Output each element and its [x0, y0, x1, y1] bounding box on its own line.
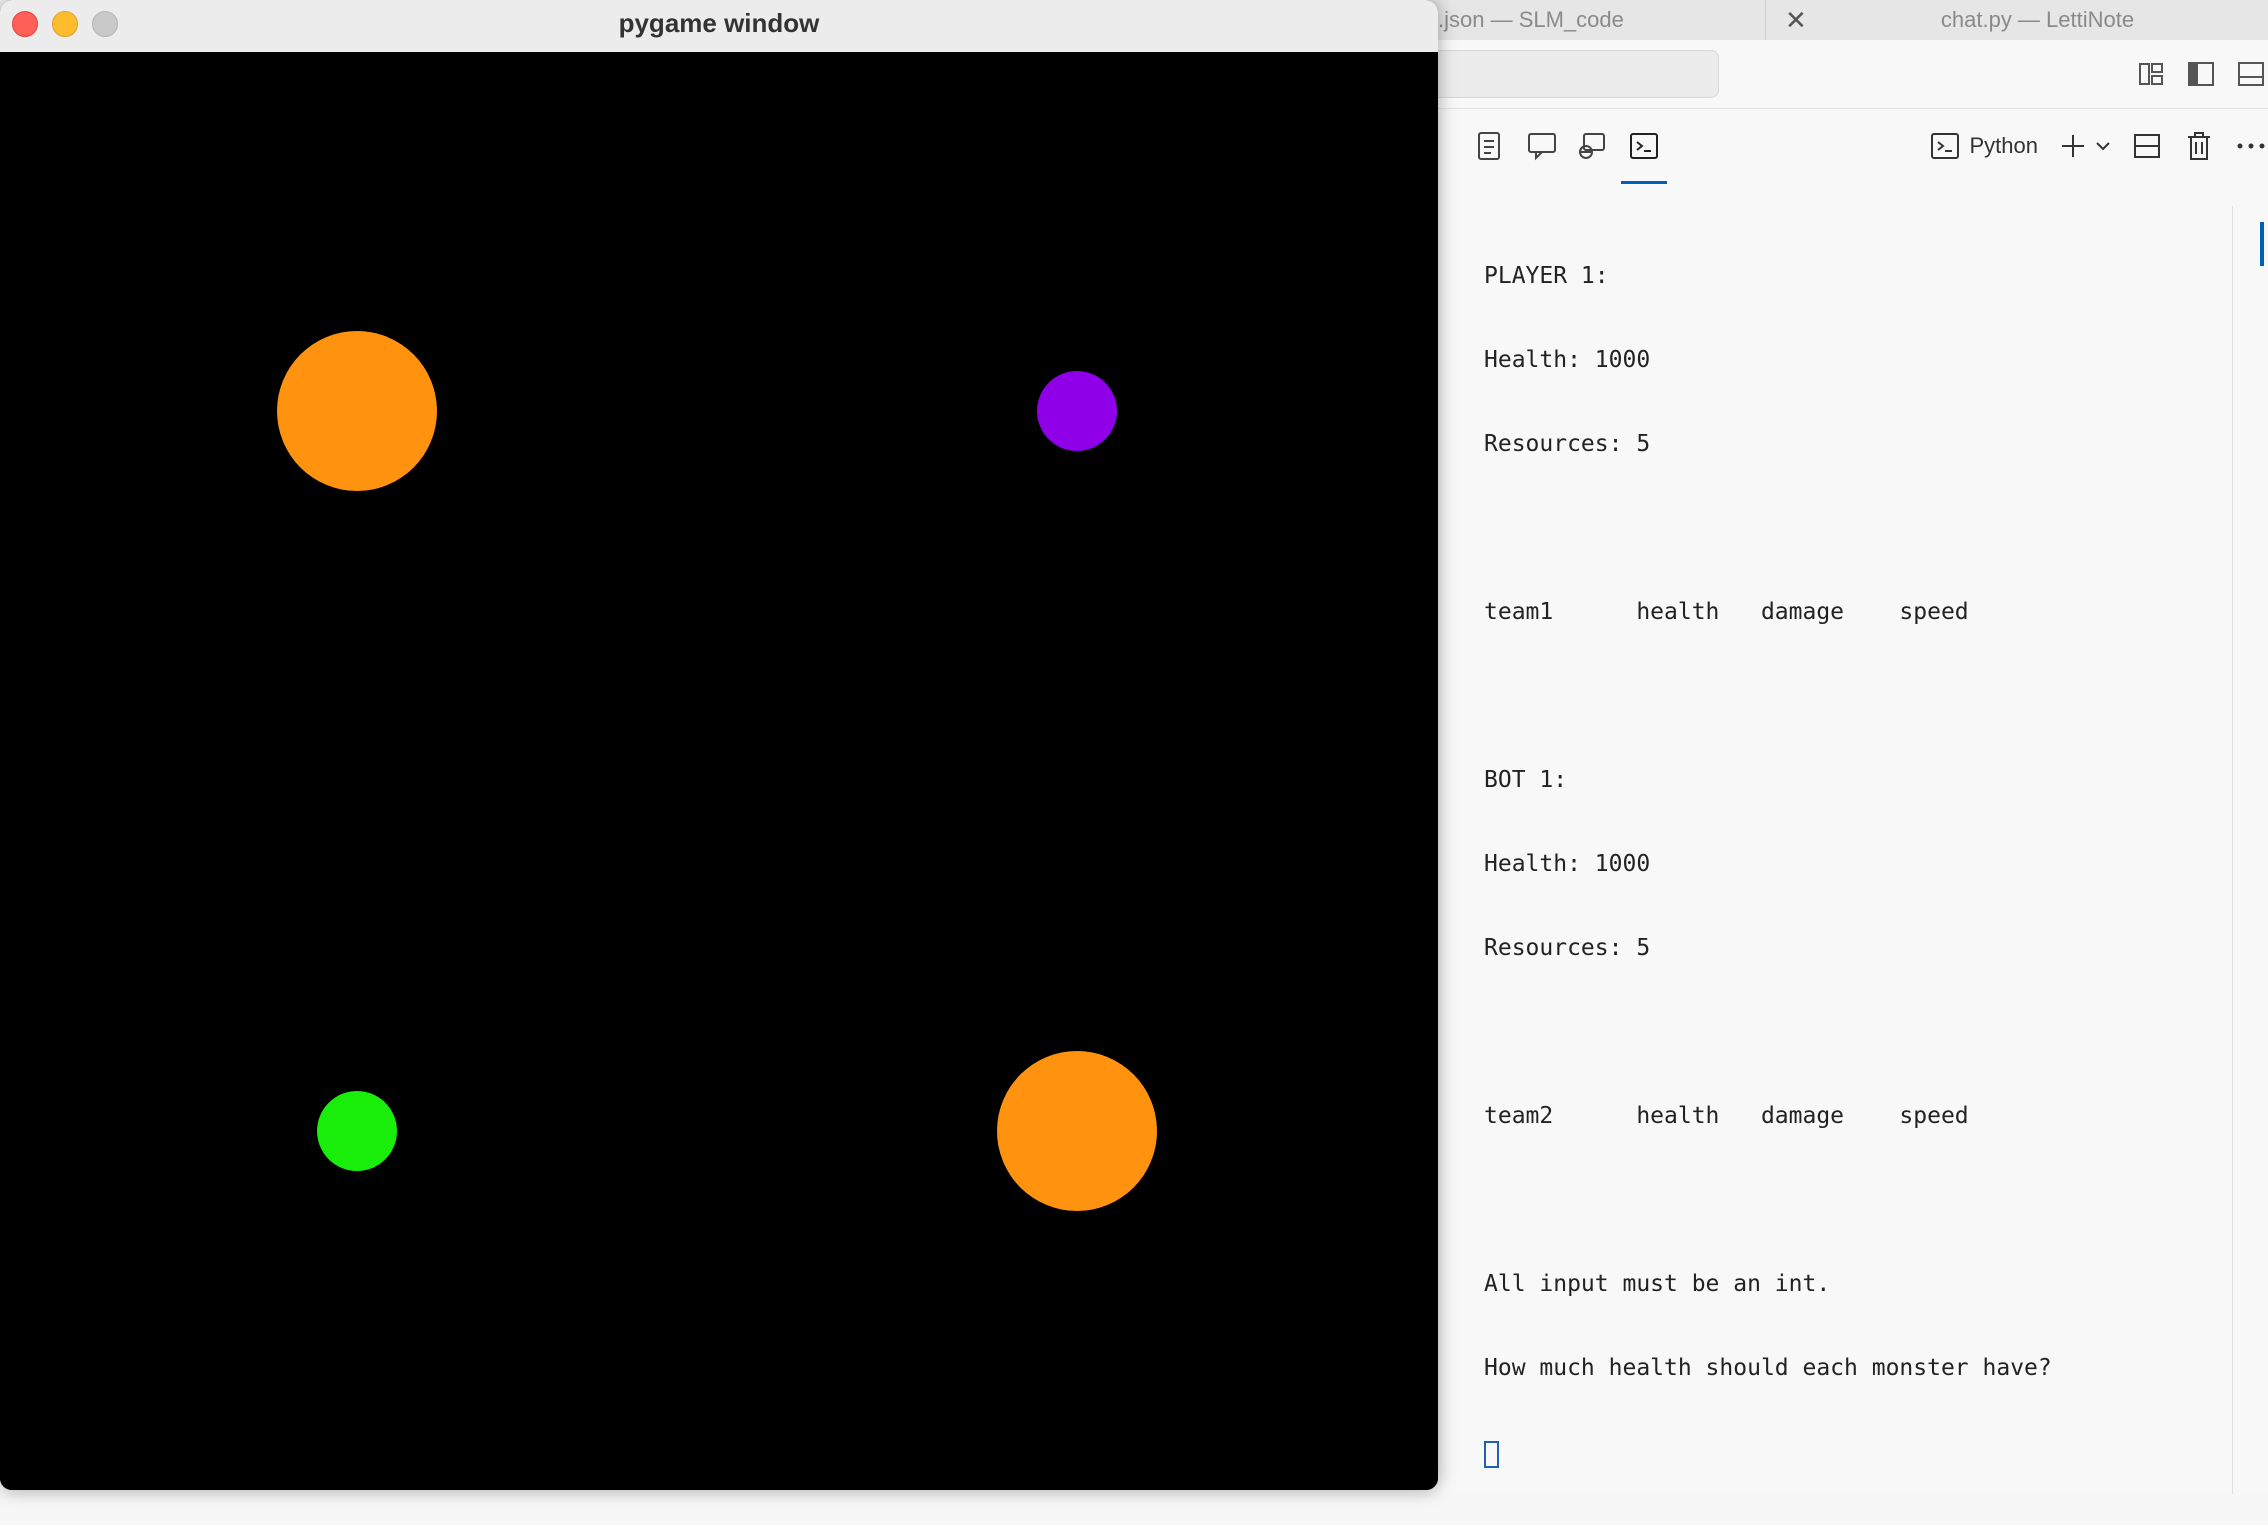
orange-circle-top-left [277, 331, 437, 491]
title-command-row [1420, 40, 2268, 109]
terminal-profile-select[interactable]: Python [1930, 131, 2039, 161]
window-title: pygame window [0, 0, 1438, 46]
green-circle-bottom-left [317, 1091, 397, 1171]
terminal-line: PLAYER 1: [1484, 262, 2224, 290]
terminal-line [1484, 682, 2224, 710]
terminal-line: Resources: 5 [1484, 934, 2224, 962]
panel-header: Python [1440, 108, 2268, 186]
split-terminal-icon[interactable] [2130, 129, 2164, 163]
command-center-search[interactable] [1420, 50, 1719, 98]
purple-circle-top-right [1037, 371, 1117, 451]
tab-chat-py[interactable]: ✕ chat.py — LettiNote [1767, 0, 2268, 40]
trash-icon[interactable] [2182, 129, 2216, 163]
problems-tab-icon[interactable] [1470, 126, 1510, 166]
editor-tab-bar: .json — SLM_code ✕ chat.py — LettiNote [1420, 0, 2268, 41]
terminal-output[interactable]: PLAYER 1: Health: 1000 Resources: 5 team… [1484, 206, 2224, 1406]
chevron-down-icon[interactable] [2094, 129, 2112, 163]
terminal-line: All input must be an int. [1484, 1270, 2224, 1298]
game-canvas[interactable] [0, 52, 1438, 1490]
terminal-line: team1 health damage speed [1484, 598, 2224, 626]
window-titlebar[interactable]: pygame window [0, 0, 1438, 53]
terminal-line: Health: 1000 [1484, 346, 2224, 374]
terminal-line: How much health should each monster have… [1484, 1354, 2224, 1382]
terminal-cursor [1484, 1441, 1499, 1468]
terminal-actions: Python [1930, 126, 2268, 166]
terminal-line: Health: 1000 [1484, 850, 2224, 878]
orange-circle-bottom-right [997, 1051, 1157, 1211]
output-tab-icon[interactable] [1522, 126, 1562, 166]
tab-json-file[interactable]: .json — SLM_code [1420, 0, 1766, 40]
toggle-primary-sidebar-icon[interactable] [2184, 59, 2218, 89]
terminal-line [1484, 514, 2224, 542]
toggle-panel-icon[interactable] [2234, 59, 2268, 89]
more-actions-icon[interactable] [2234, 129, 2268, 163]
pygame-window[interactable]: pygame window [0, 0, 1438, 1490]
terminal-line: BOT 1: [1484, 766, 2224, 794]
terminal-line: Resources: 5 [1484, 430, 2224, 458]
terminal-profile-label: Python [1970, 133, 2039, 159]
terminal-input-line[interactable] [1484, 1441, 2224, 1469]
tab-label: chat.py — LettiNote [1767, 7, 2268, 33]
new-terminal-plus-icon[interactable] [2056, 129, 2090, 163]
scroll-position-marker [2260, 222, 2264, 266]
terminal-scrollbar[interactable] [2232, 206, 2233, 1494]
terminal-icon [1930, 131, 1960, 161]
terminal-tab-icon[interactable] [1624, 126, 1664, 166]
debug-console-tab-icon[interactable] [1572, 126, 1612, 166]
customize-layout-icon[interactable] [2134, 59, 2168, 89]
terminal-line [1484, 1018, 2224, 1046]
terminal-line: team2 health damage speed [1484, 1102, 2224, 1130]
tab-label: .json — SLM_code [1438, 7, 1624, 33]
layout-controls [2134, 58, 2268, 90]
terminal-line [1484, 1186, 2224, 1214]
